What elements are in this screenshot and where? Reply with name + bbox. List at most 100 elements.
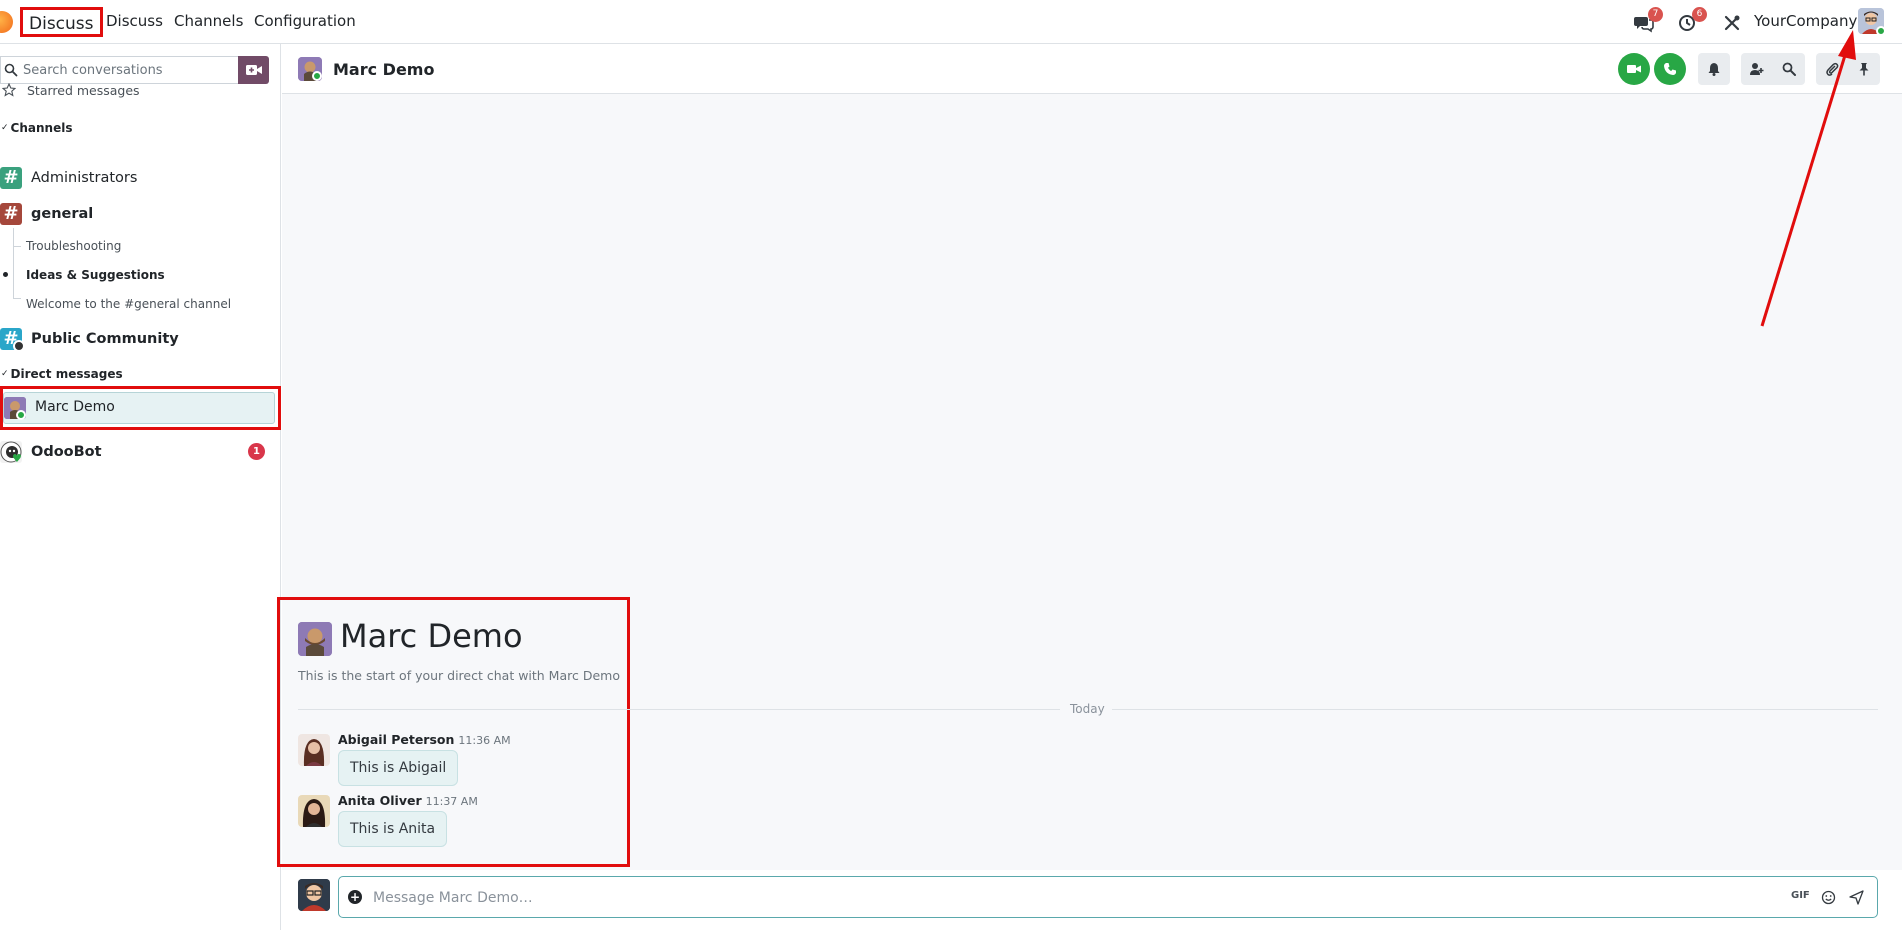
channels-header-label: Channels <box>10 121 73 135</box>
gif-button[interactable]: GIF <box>1791 890 1810 901</box>
star-icon <box>2 83 16 97</box>
channels-category[interactable]: ✓ Channels <box>0 120 275 136</box>
sub-thread-troubleshooting[interactable]: Troubleshooting <box>26 239 121 253</box>
top-navbar: Discuss Discuss Channels Configuration 7… <box>0 0 1902 44</box>
menu-configuration[interactable]: Configuration <box>254 12 356 30</box>
user-online-status <box>1876 26 1886 36</box>
online-status <box>312 71 322 81</box>
channel-name: Administrators <box>31 170 138 186</box>
search-icon <box>4 63 18 77</box>
thread-tree-tick <box>13 246 21 247</box>
activities-count-badge: 6 <box>1692 7 1707 22</box>
odoo-logo-icon[interactable] <box>0 11 13 33</box>
add-plus-icon[interactable]: + <box>348 890 362 904</box>
menu-discuss[interactable]: Discuss <box>106 12 163 30</box>
notification-settings-button[interactable] <box>1698 53 1730 85</box>
paperclip-icon <box>1826 62 1839 76</box>
online-status <box>16 410 26 420</box>
sub-thread-welcome[interactable]: Welcome to the #general channel <box>26 297 231 311</box>
sidebar-item-general[interactable]: # general <box>0 202 275 226</box>
channel-name: general <box>31 206 94 222</box>
channel-name: Public Community <box>31 331 179 347</box>
direct-messages-header-label: Direct messages <box>10 367 123 381</box>
thread-tree-tick <box>13 298 21 299</box>
message-author-name: Abigail Peterson <box>338 732 455 747</box>
message-bubble[interactable]: This is Abigail <box>338 750 459 786</box>
avatar <box>298 879 330 911</box>
avatar <box>4 397 26 420</box>
message-input[interactable] <box>373 887 1673 909</box>
send-icon[interactable] <box>1849 890 1864 905</box>
attachments-button[interactable] <box>1816 53 1848 85</box>
messages-menu-button[interactable]: 7 <box>1634 7 1663 34</box>
video-plus-icon <box>246 65 262 75</box>
hashtag-icon: # <box>0 328 25 352</box>
thread-title: Marc Demo <box>333 60 435 79</box>
message-author[interactable]: Anita Oliver 11:37 AM <box>338 793 478 808</box>
avatar: ♥ <box>0 441 22 465</box>
emoji-icon[interactable] <box>1821 890 1836 905</box>
pin-icon <box>1859 63 1869 76</box>
message-time: 11:36 AM <box>458 734 511 747</box>
avatar[interactable] <box>298 734 330 766</box>
avatar <box>298 622 332 656</box>
date-divider-label: Today <box>1070 702 1105 716</box>
debug-tools-button[interactable] <box>1722 10 1746 34</box>
start-meeting-button[interactable] <box>238 56 269 84</box>
activities-menu-button[interactable]: 6 <box>1678 7 1707 34</box>
avatar[interactable] <box>298 795 330 827</box>
thread-intro-subtitle: This is the start of your direct chat wi… <box>298 668 620 683</box>
chevron-down-icon: ✓ <box>1 123 9 133</box>
sidebar-item-marc-demo[interactable]: Marc Demo <box>3 392 275 424</box>
globe-icon <box>13 340 25 352</box>
app-name[interactable]: Discuss <box>20 7 103 37</box>
anita-avatar-icon <box>298 795 330 827</box>
starred-messages-label: Starred messages <box>27 82 140 98</box>
message-time: 11:37 AM <box>425 795 478 808</box>
discuss-sidebar: Starred messages ✓ Channels # Administra… <box>0 44 281 930</box>
thread-tree-line <box>13 228 14 298</box>
search-messages-button[interactable] <box>1773 53 1805 85</box>
search-conversations <box>0 56 238 84</box>
dm-name: Marc Demo <box>35 399 115 415</box>
highlight-box: Marc Demo <box>0 386 281 430</box>
chevron-down-icon: ✓ <box>1 369 9 379</box>
message-author[interactable]: Abigail Peterson 11:36 AM <box>338 732 511 747</box>
message-author-name: Anita Oliver <box>338 793 422 808</box>
unread-count-badge: 1 <box>248 443 265 460</box>
add-user-icon <box>1750 63 1764 75</box>
sub-thread-ideas[interactable]: Ideas & Suggestions <box>26 268 165 282</box>
unread-dot <box>3 272 8 277</box>
messages-count-badge: 7 <box>1648 7 1663 22</box>
abigail-avatar-icon <box>298 734 330 766</box>
search-icon <box>1782 62 1796 76</box>
video-call-button[interactable] <box>1618 53 1650 85</box>
search-input[interactable] <box>23 59 233 81</box>
hashtag-icon: # <box>0 203 22 225</box>
menu-channels[interactable]: Channels <box>174 12 243 30</box>
marc-demo-avatar-icon <box>298 622 332 656</box>
company-switcher[interactable]: YourCompany <box>1754 12 1857 30</box>
dm-name: OdooBot <box>31 444 102 460</box>
sidebar-item-odoobot[interactable]: ♥ OdooBot 1 <box>0 440 275 464</box>
add-users-button[interactable] <box>1741 53 1773 85</box>
heart-status-icon: ♥ <box>12 452 22 465</box>
tools-icon <box>1724 15 1740 31</box>
date-divider-line <box>298 709 1060 710</box>
sidebar-item-public-community[interactable]: # Public Community <box>0 326 275 352</box>
message-bubble[interactable]: This is Anita <box>338 811 448 847</box>
current-user-avatar-icon <box>298 879 330 911</box>
sidebar-item-administrators[interactable]: # Administrators <box>0 166 275 190</box>
starred-messages[interactable]: Starred messages <box>0 82 275 98</box>
avatar[interactable] <box>298 57 322 81</box>
thread-header: Marc Demo <box>282 44 1902 94</box>
phone-icon <box>1664 63 1676 75</box>
message-composer-box: + GIF <box>338 876 1878 918</box>
voice-call-button[interactable] <box>1654 53 1686 85</box>
direct-messages-category[interactable]: ✓ Direct messages <box>0 366 275 382</box>
pinned-messages-button[interactable] <box>1848 53 1880 85</box>
composer: + GIF <box>282 870 1902 930</box>
thread-intro-title: Marc Demo <box>340 617 523 655</box>
video-camera-icon <box>1627 65 1641 73</box>
bell-icon <box>1708 63 1720 76</box>
